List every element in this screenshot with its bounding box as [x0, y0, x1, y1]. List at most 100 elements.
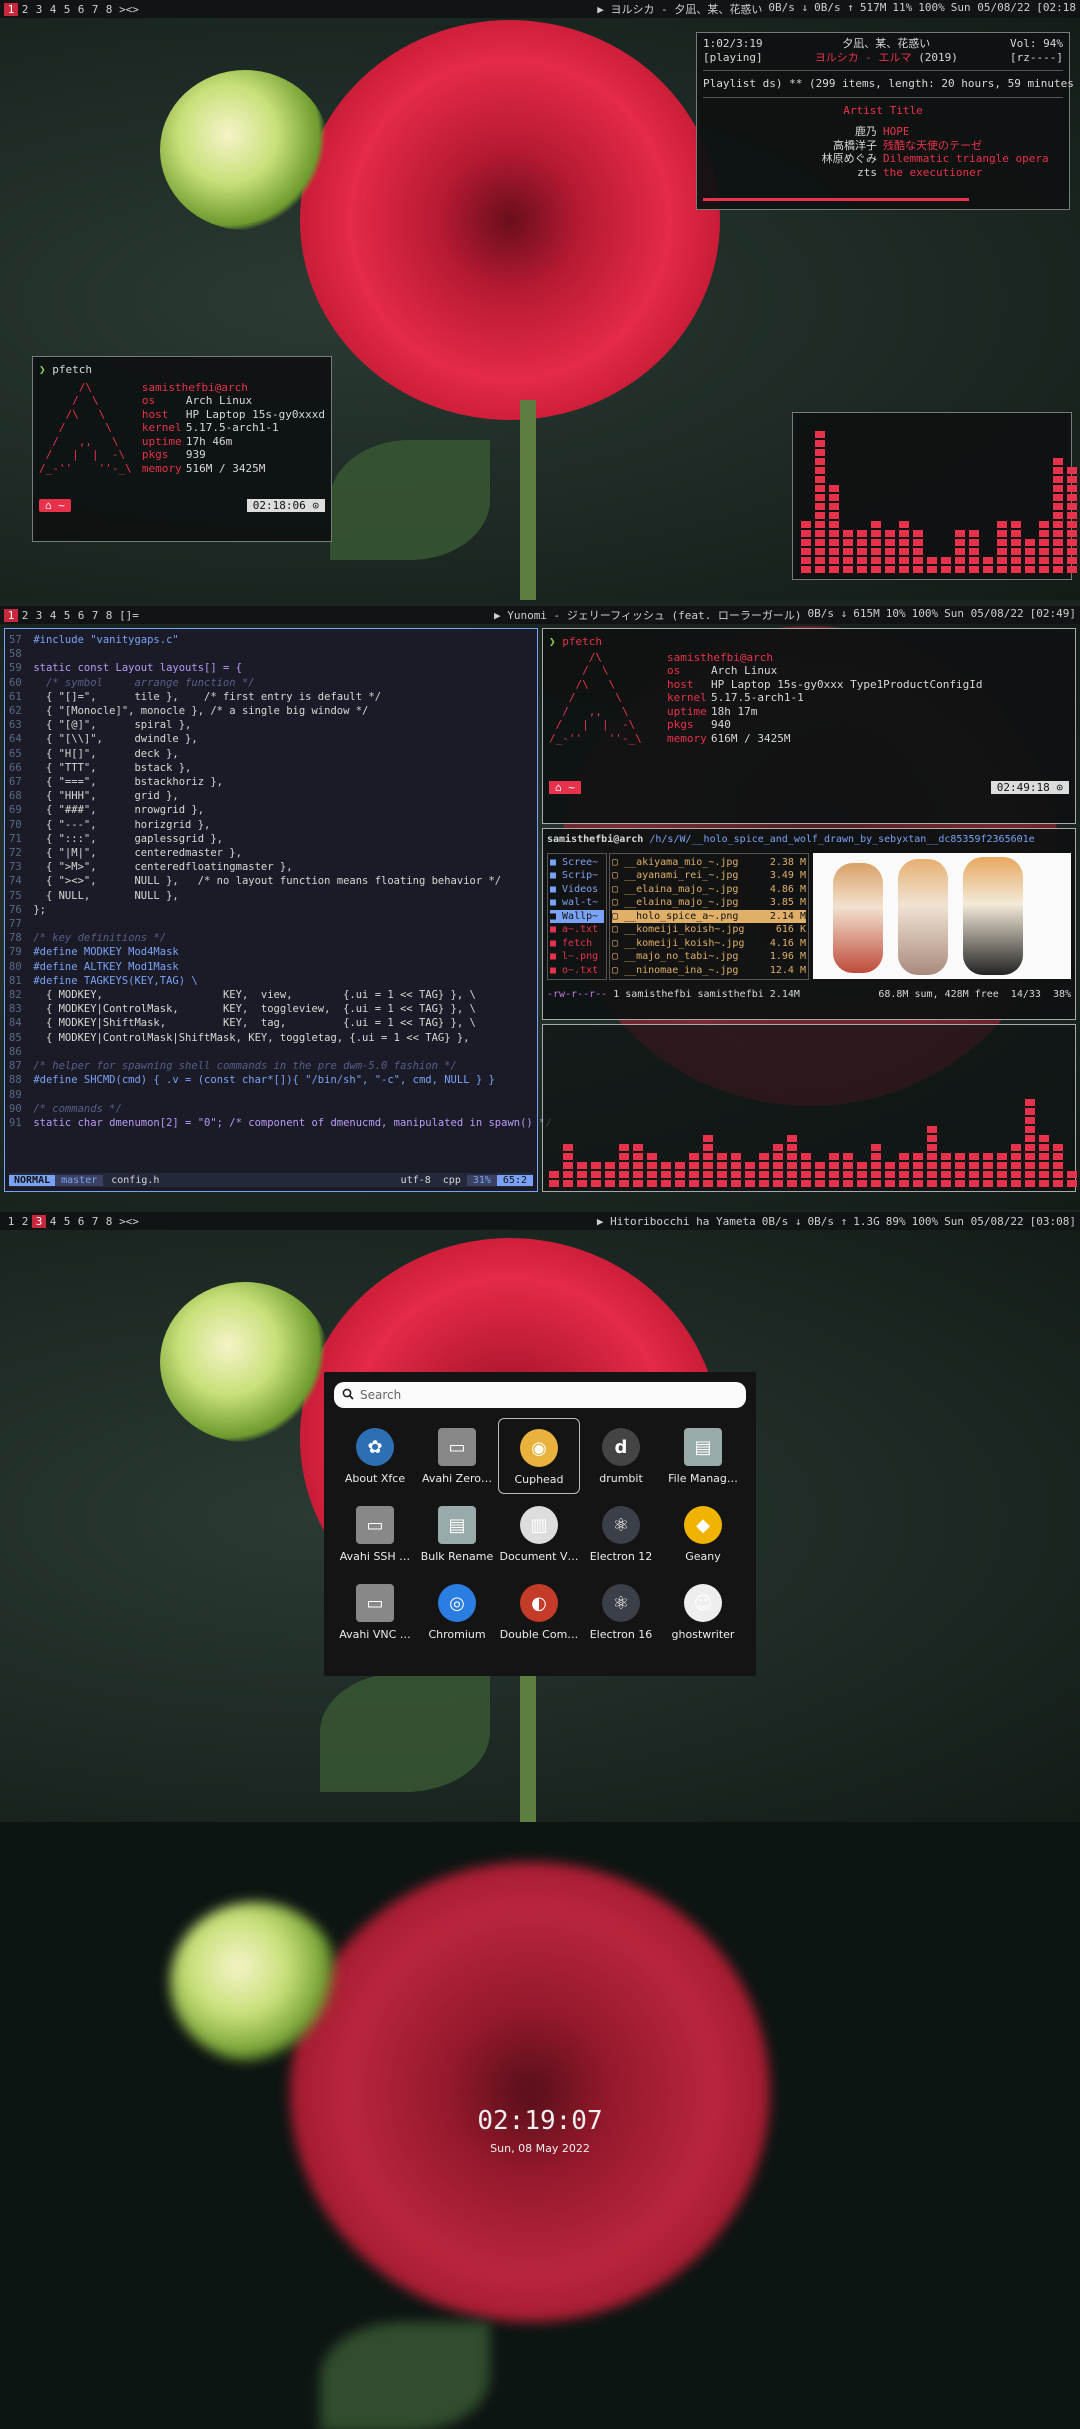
tag-6[interactable]: 6 — [74, 1215, 88, 1228]
ncmpcpp-window[interactable]: 1:02/3:19 夕凪、某、花惑い Vol: 94% [playing] ヨル… — [696, 32, 1074, 210]
visualizer-cell — [913, 557, 923, 564]
tag-7[interactable]: 7 — [88, 609, 102, 622]
lf-file-manager[interactable]: samisthefbi@arch /h/s/W/__holo_spice_and… — [542, 828, 1076, 1020]
visualizer-cell — [857, 548, 867, 555]
playlist-row[interactable]: zts the executioner — [703, 166, 1063, 180]
code-line: 83 { MODKEY|ControlMask, KEY, toggleview… — [9, 1002, 533, 1016]
app-item[interactable]: d drumbit — [580, 1418, 662, 1494]
dir-entry[interactable]: ■ Scrip~ — [550, 869, 604, 883]
file-entry[interactable]: ▢ __komeiji_koish~.jpg 616 K — [612, 923, 806, 937]
app-item[interactable]: ▤ Bulk Rename — [416, 1496, 498, 1572]
app-item[interactable]: ▥ Document V… — [498, 1496, 580, 1572]
code-line: 82 { MODKEY, KEY, view, {.ui = 1 << TAG}… — [9, 988, 533, 1002]
visualizer-cell — [675, 1180, 685, 1187]
tag-2[interactable]: 2 — [18, 609, 32, 622]
file-entry[interactable]: ▢ __elaina_majo_~.jpg 4.86 M — [612, 883, 806, 897]
app-item[interactable]: ◎ Chromium — [416, 1574, 498, 1650]
tag-1[interactable]: 1 — [4, 1215, 18, 1228]
app-label: About Xfce — [344, 1472, 406, 1485]
playlist-row[interactable]: 林原めぐみ Dilemmatic triangle opera — [703, 152, 1063, 166]
dir-entry[interactable]: ■ wal-t~ — [550, 896, 604, 910]
tag-2[interactable]: 2 — [18, 1215, 32, 1228]
visualizer-cell — [1053, 1162, 1063, 1169]
app-item[interactable]: ⚛ Electron 16 — [580, 1574, 662, 1650]
code-line: 64 { "[\\]", dwindle }, — [9, 732, 533, 746]
file-entry[interactable]: ▢ __ayanami_rei_~.jpg 3.49 M — [612, 869, 806, 883]
dir-entry[interactable]: ■ a~.txt — [550, 923, 604, 937]
neovim-window[interactable]: 57 #include "vanitygaps.c" 58 59 static c… — [4, 628, 552, 1192]
tag-7[interactable]: 7 — [88, 1215, 102, 1228]
tag-4[interactable]: 4 — [46, 3, 60, 16]
visualizer-cell — [1067, 503, 1077, 510]
layout-indicator[interactable]: ><> — [116, 3, 142, 16]
parent-dir-list[interactable]: ■ Scree~ ■ Scrip~ ■ Videos ■ wal-t~ ■ Wallp~… — [547, 852, 607, 980]
dir-entry[interactable]: ■ Scree~ — [550, 856, 604, 870]
visualizer-cell — [1053, 467, 1063, 474]
dir-entry[interactable]: ■ o~.txt — [550, 964, 604, 978]
app-item[interactable]: ▭ Avahi SSH … — [334, 1496, 416, 1572]
app-launcher[interactable]: Search ✿ About Xfce ▭ Avahi Zero… ◉ Cuphead d d… — [324, 1372, 756, 1676]
tag-1[interactable]: 1 — [4, 2, 18, 16]
playlist-row[interactable]: 鹿乃 HOPE — [703, 125, 1063, 139]
current-dir-list[interactable]: ▢ __akiyama_mio_~.jpg 2.38 M ▢ __ayanami_r… — [609, 852, 809, 980]
visualizer-cell — [913, 1180, 923, 1187]
dir-entry[interactable]: ■ fetch — [550, 937, 604, 951]
tag-1[interactable]: 1 — [4, 608, 18, 622]
app-item[interactable]: ☺ ghostwriter — [662, 1574, 744, 1650]
visualizer-cell — [829, 557, 839, 564]
dir-entry[interactable]: ■ l~.png — [550, 950, 604, 964]
code-buffer[interactable]: 57 #include "vanitygaps.c" 58 59 static c… — [9, 633, 552, 1130]
app-item[interactable]: ▭ Avahi Zero… — [416, 1418, 498, 1494]
visualizer-cell — [563, 1162, 573, 1169]
app-item[interactable]: ⚛ Electron 12 — [580, 1496, 662, 1572]
layout-indicator[interactable]: []= — [116, 609, 142, 622]
tag-4[interactable]: 4 — [46, 1215, 60, 1228]
tag-5[interactable]: 5 — [60, 609, 74, 622]
file-entry[interactable]: ▢ __ninomae_ina_~.jpg 12.4 M — [612, 964, 806, 978]
dir-entry[interactable]: ■ Wallp~ — [550, 909, 604, 923]
file-entry[interactable]: ▢ __elaina_majo_~.jpg 3.85 M — [612, 896, 806, 910]
line-text: #define MODKEY Mod4Mask — [33, 946, 179, 959]
tag-7[interactable]: 7 — [88, 3, 102, 16]
file-entry[interactable]: ▢ __akiyama_mio_~.jpg 2.38 M — [612, 856, 806, 870]
tag-8[interactable]: 8 — [102, 3, 116, 16]
code-line: 73 { ">M>", centeredfloatingmaster }, — [9, 860, 533, 874]
tag-2[interactable]: 2 — [18, 3, 32, 16]
visualizer-cell — [997, 539, 1007, 546]
visualizer-column — [563, 1144, 573, 1187]
tag-4[interactable]: 4 — [46, 609, 60, 622]
tag-3[interactable]: 3 — [32, 1214, 46, 1228]
terminal-pfetch[interactable]: ❯ pfetch /\ / \ /\ \ / \ / ,, \ / | | -\… — [542, 628, 1076, 824]
dir-entry[interactable]: ■ Videos — [550, 883, 604, 897]
visualizer-cell — [843, 1171, 853, 1178]
tag-5[interactable]: 5 — [60, 1215, 74, 1228]
app-item[interactable]: ✿ About Xfce — [334, 1418, 416, 1494]
terminal-pfetch[interactable]: ❯ pfetch /\ / \ /\ \ / \ / ,, \ / | | -\… — [32, 356, 332, 542]
tag-3[interactable]: 3 — [32, 3, 46, 16]
line-number: 82 — [9, 989, 22, 1002]
app-item[interactable]: ▤ File Manag… — [662, 1418, 744, 1494]
tag-3[interactable]: 3 — [32, 609, 46, 622]
app-item[interactable]: ◆ Geany — [662, 1496, 744, 1572]
tag-6[interactable]: 6 — [74, 3, 88, 16]
tag-5[interactable]: 5 — [60, 3, 74, 16]
tag-8[interactable]: 8 — [102, 1215, 116, 1228]
lock-screen: 02:19:07 Sun, 08 May 2022 — [0, 1822, 1080, 2429]
playlist-row[interactable]: 高橋洋子 残酷な天使のテーゼ — [703, 139, 1063, 153]
file-entry[interactable]: ▢ __komeiji_koish~.jpg 4.16 M — [612, 937, 806, 951]
line-number: 84 — [9, 1017, 22, 1030]
file-entry[interactable]: ▢ __holo_spice_a~.png 2.14 M — [612, 909, 806, 923]
file-permissions: -rw-r--r-- — [547, 989, 608, 1000]
app-item[interactable]: ◐ Double Com… — [498, 1574, 580, 1650]
visualizer-column — [633, 1144, 643, 1187]
line-number: 68 — [9, 790, 22, 803]
search-input[interactable]: Search — [334, 1382, 746, 1408]
tag-6[interactable]: 6 — [74, 609, 88, 622]
app-item[interactable]: ◉ Cuphead — [498, 1418, 580, 1494]
progress-bar[interactable] — [703, 198, 969, 201]
layout-indicator[interactable]: ><> — [116, 1215, 142, 1228]
app-item[interactable]: ▭ Avahi VNC … — [334, 1574, 416, 1650]
file-entry[interactable]: ▢ __majo_no_tabi~.jpg 1.96 M — [612, 950, 806, 964]
visualizer-column — [983, 557, 993, 573]
tag-8[interactable]: 8 — [102, 609, 116, 622]
